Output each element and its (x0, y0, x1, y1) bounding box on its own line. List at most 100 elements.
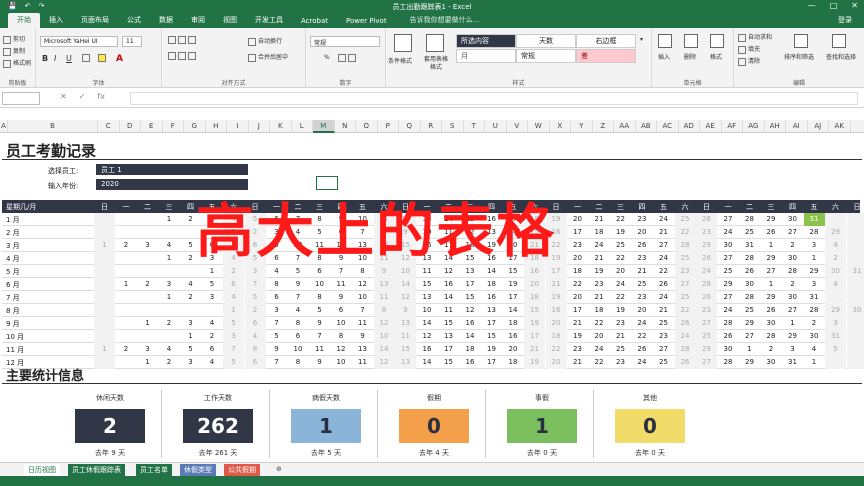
day-cell[interactable]: 31 (803, 213, 825, 226)
day-cell[interactable]: 3 (223, 330, 244, 343)
day-cell[interactable]: 7 (288, 291, 309, 304)
day-cell[interactable] (846, 239, 864, 252)
day-cell[interactable]: 23 (610, 356, 631, 369)
day-cell[interactable]: 8 (244, 343, 266, 356)
day-cell[interactable] (137, 291, 158, 304)
day-cell[interactable]: 13 (373, 278, 395, 291)
day-cell[interactable]: 28 (718, 356, 739, 369)
day-cell[interactable]: 30 (825, 265, 846, 278)
day-cell[interactable]: 20 (524, 278, 545, 291)
day-cell[interactable]: 26 (718, 330, 739, 343)
day-cell[interactable]: 10 (373, 330, 395, 343)
day-cell[interactable]: 21 (589, 291, 610, 304)
day-cell[interactable]: 24 (696, 265, 717, 278)
day-cell[interactable]: 2 (804, 317, 825, 330)
day-cell[interactable]: 16 (503, 330, 524, 343)
style-bad[interactable]: 差 (576, 49, 636, 63)
day-cell[interactable]: 8 (266, 278, 287, 291)
tab-acrobat[interactable]: Acrobat (292, 15, 337, 28)
name-box[interactable] (2, 92, 40, 105)
day-cell[interactable]: 3 (244, 265, 266, 278)
day-cell[interactable] (846, 278, 864, 291)
day-cell[interactable]: 19 (481, 343, 502, 356)
day-cell[interactable]: 1 (804, 356, 825, 369)
day-cell[interactable]: 22 (674, 226, 696, 239)
day-cell[interactable]: 27 (696, 317, 717, 330)
day-cell[interactable] (137, 330, 158, 343)
day-cell[interactable]: 15 (438, 317, 459, 330)
day-cell[interactable]: 23 (567, 239, 588, 252)
day-cell[interactable]: 2 (159, 356, 180, 369)
day-cell[interactable]: 29 (739, 317, 760, 330)
day-cell[interactable]: 21 (567, 356, 588, 369)
column-header-L[interactable]: L (292, 120, 313, 133)
login-link[interactable]: 登录 (834, 13, 856, 28)
day-cell[interactable]: 10 (395, 265, 416, 278)
day-cell[interactable]: 13 (395, 317, 416, 330)
day-cell[interactable]: 18 (503, 317, 524, 330)
tab-view[interactable]: 视图 (214, 13, 246, 28)
day-cell[interactable]: 16 (417, 343, 438, 356)
day-cell[interactable]: 10 (309, 278, 330, 291)
column-header-R[interactable]: R (421, 120, 442, 133)
day-cell[interactable] (846, 343, 864, 356)
day-cell[interactable]: 3 (202, 291, 223, 304)
day-cell[interactable]: 17 (481, 317, 502, 330)
column-header-S[interactable]: S (442, 120, 464, 133)
day-cell[interactable]: 29 (761, 252, 782, 265)
day-cell[interactable]: 1 (137, 317, 158, 330)
day-cell[interactable] (116, 317, 137, 330)
column-header-Z[interactable]: Z (593, 120, 614, 133)
day-cell[interactable] (116, 252, 137, 265)
day-cell[interactable] (180, 304, 201, 317)
day-cell[interactable]: 20 (567, 213, 588, 226)
tab-formulas[interactable]: 公式 (118, 13, 150, 28)
day-cell[interactable]: 20 (545, 317, 567, 330)
day-cell[interactable]: 17 (481, 356, 502, 369)
day-cell[interactable]: 23 (674, 265, 696, 278)
day-cell[interactable]: 20 (545, 356, 567, 369)
style-month[interactable]: 月 (456, 49, 516, 63)
day-cell[interactable]: 13 (438, 330, 459, 343)
day-cell[interactable]: 22 (610, 213, 631, 226)
add-sheet-button[interactable]: ⊕ (272, 464, 286, 476)
day-cell[interactable] (825, 213, 846, 226)
day-cell[interactable] (137, 226, 158, 239)
day-cell[interactable]: 2 (137, 278, 158, 291)
day-cell[interactable]: 3 (266, 304, 287, 317)
day-cell[interactable] (180, 265, 201, 278)
day-cell[interactable]: 15 (524, 304, 545, 317)
day-cell[interactable] (94, 252, 115, 265)
day-cell[interactable]: 2 (223, 265, 244, 278)
cut-button[interactable]: 剪切 (3, 34, 25, 44)
day-cell[interactable]: 6 (309, 265, 330, 278)
day-cell[interactable]: 28 (739, 213, 760, 226)
day-cell[interactable]: 25 (739, 304, 760, 317)
day-cell[interactable]: 31 (739, 239, 760, 252)
day-cell[interactable]: 21 (653, 304, 674, 317)
sheet-tab[interactable]: 员工名单 (136, 464, 172, 476)
day-cell[interactable]: 25 (696, 330, 717, 343)
tab-developer[interactable]: 开发工具 (246, 13, 292, 28)
day-cell[interactable]: 9 (395, 304, 416, 317)
column-header-U[interactable]: U (485, 120, 507, 133)
day-cell[interactable]: 25 (610, 239, 631, 252)
day-cell[interactable]: 24 (718, 304, 739, 317)
tab-home[interactable]: 开始 (8, 13, 40, 28)
day-cell[interactable]: 10 (331, 317, 352, 330)
day-cell[interactable]: 20 (632, 226, 653, 239)
day-cell[interactable] (825, 356, 846, 369)
day-cell[interactable]: 29 (782, 330, 803, 343)
day-cell[interactable]: 10 (331, 356, 352, 369)
day-cell[interactable]: 14 (417, 317, 438, 330)
day-cell[interactable]: 25 (674, 291, 696, 304)
column-header-AG[interactable]: AG (743, 120, 765, 133)
day-cell[interactable]: 24 (653, 252, 674, 265)
day-cell[interactable] (116, 291, 137, 304)
style-days[interactable]: 天数 (516, 34, 576, 48)
day-cell[interactable]: 13 (481, 304, 502, 317)
day-cell[interactable]: 12 (373, 356, 395, 369)
day-cell[interactable]: 12 (373, 317, 395, 330)
day-cell[interactable]: 27 (718, 252, 739, 265)
day-cell[interactable]: 11 (395, 330, 416, 343)
